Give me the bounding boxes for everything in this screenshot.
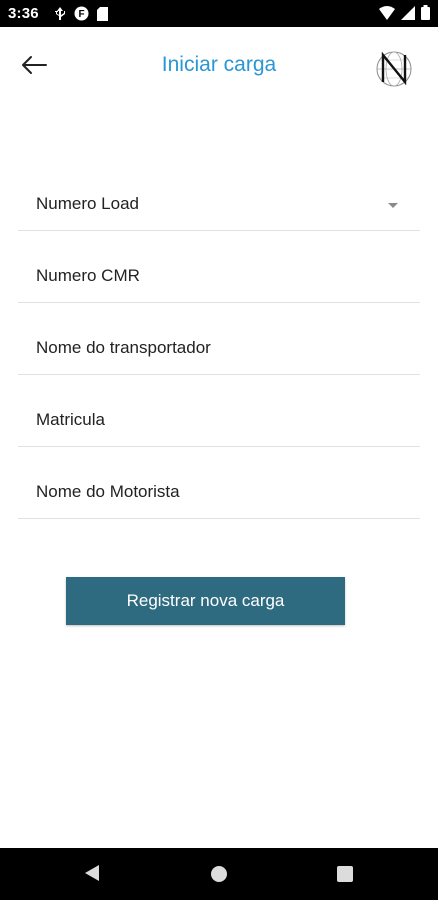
notification-icon: F bbox=[74, 6, 89, 26]
nome-motorista-label: Nome do Motorista bbox=[36, 482, 180, 501]
recents-square-icon[interactable] bbox=[337, 866, 353, 882]
sd-card-icon bbox=[97, 6, 108, 26]
signal-icon bbox=[401, 5, 415, 25]
numero-cmr-field[interactable]: Numero CMR bbox=[18, 231, 420, 303]
matricula-label: Matricula bbox=[36, 410, 105, 429]
nome-transportador-label: Nome do transportador bbox=[36, 338, 211, 357]
status-icons-left: F bbox=[54, 6, 108, 26]
nome-transportador-field[interactable]: Nome do transportador bbox=[18, 303, 420, 375]
numero-load-dropdown[interactable]: Numero Load bbox=[18, 166, 420, 231]
load-form: Numero Load Numero CMR Nome do transport… bbox=[18, 166, 420, 519]
home-circle-icon[interactable] bbox=[211, 866, 227, 882]
app-bar: Iniciar carga bbox=[0, 27, 438, 107]
status-time: 3:36 bbox=[8, 5, 39, 22]
page-title: Iniciar carga bbox=[161, 53, 277, 76]
back-triangle-icon[interactable] bbox=[84, 864, 100, 887]
status-icons-right bbox=[379, 5, 430, 25]
n-globe-logo bbox=[374, 49, 414, 89]
numero-cmr-label: Numero CMR bbox=[36, 266, 140, 285]
matricula-field[interactable]: Matricula bbox=[18, 375, 420, 447]
svg-text:F: F bbox=[78, 9, 84, 20]
battery-icon bbox=[421, 5, 430, 25]
nome-motorista-field[interactable]: Nome do Motorista bbox=[18, 447, 420, 519]
register-load-button[interactable]: Registrar nova carga bbox=[66, 577, 345, 625]
wifi-icon bbox=[379, 5, 395, 25]
status-bar: 3:36 F bbox=[0, 0, 438, 27]
dropdown-arrow-icon bbox=[388, 203, 398, 208]
numero-load-label: Numero Load bbox=[36, 194, 140, 213]
system-nav-bar bbox=[0, 848, 438, 900]
usb-debug-icon bbox=[54, 6, 66, 26]
